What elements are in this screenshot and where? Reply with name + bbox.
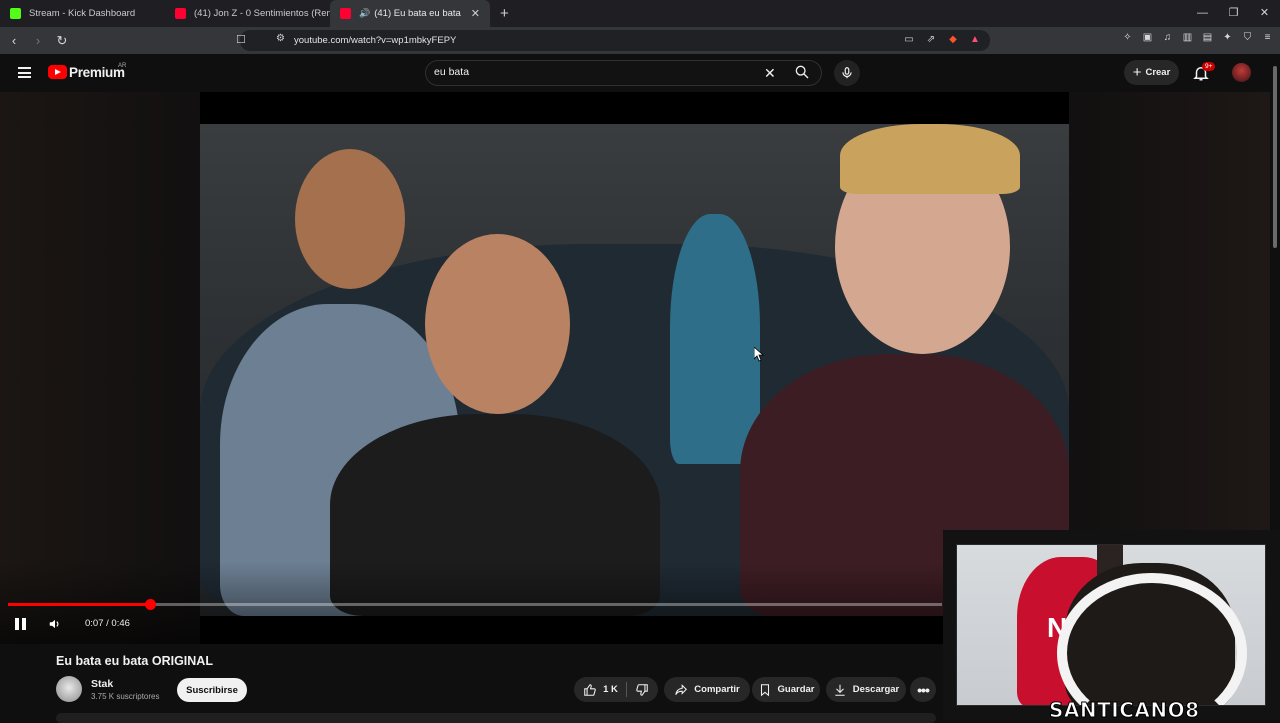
pause-bar xyxy=(15,618,19,630)
speaker-icon: 🔊 xyxy=(359,8,371,18)
youtube-masthead: Premium AR ✕ + Crear 9+ xyxy=(0,54,1280,92)
person-head xyxy=(425,234,570,414)
vpn-icon[interactable]: ⛉ xyxy=(1241,32,1254,45)
time-display: 0:07 / 0:46 xyxy=(85,618,130,629)
scrubber-handle[interactable] xyxy=(144,599,156,610)
tab-kick-dashboard[interactable]: Stream - Kick Dashboard xyxy=(0,0,165,27)
divider xyxy=(625,682,627,697)
scrollbar-thumb[interactable] xyxy=(1273,66,1277,248)
tab-eu-bata[interactable]: 🔊 (41) Eu bata eu bata ORIGINAL ✕ xyxy=(330,0,490,27)
progress-played xyxy=(8,603,150,606)
youtube-favicon-icon xyxy=(340,8,351,19)
url-text: youtube.com/watch?v=wp1mbkyFEPY xyxy=(294,35,457,46)
dislike-icon[interactable] xyxy=(635,683,649,697)
back-icon[interactable]: ‹ xyxy=(4,33,24,48)
share-button[interactable]: Compartir xyxy=(664,677,750,702)
forward-icon[interactable]: › xyxy=(28,33,48,48)
like-dislike-group: 1 K xyxy=(574,677,658,702)
channel-name[interactable]: Stak xyxy=(91,678,113,690)
search-box: ✕ xyxy=(425,60,822,86)
more-actions-button[interactable]: ••• xyxy=(910,677,936,702)
microphone-icon xyxy=(842,67,852,79)
minimize-icon[interactable]: — xyxy=(1187,0,1218,27)
guide-menu-icon[interactable] xyxy=(18,67,31,78)
webcam-overlay: N SANTICANO8 xyxy=(943,530,1280,723)
wallet-icon[interactable]: ▤ xyxy=(1201,32,1214,45)
screenshot-icon[interactable]: ▣ xyxy=(1141,32,1154,45)
like-icon[interactable] xyxy=(583,683,597,697)
search-icon[interactable] xyxy=(794,64,810,80)
restore-icon[interactable]: ❐ xyxy=(1218,0,1249,27)
new-tab-button[interactable]: + xyxy=(500,5,509,22)
person-head xyxy=(295,149,405,289)
address-bar-actions: ▭ ⇗ ◆ ▲ xyxy=(902,34,982,47)
site-info-icon[interactable]: ⚙ xyxy=(276,33,285,44)
browser-toolbar: ‹ › ↻ ☐ ⚙ youtube.com/watch?v=wp1mbkyFEP… xyxy=(0,27,1280,54)
menu-icon[interactable]: ≡ xyxy=(1261,32,1274,45)
mouse-cursor-icon xyxy=(754,347,764,362)
streamer-name: SANTICANO8 xyxy=(1049,698,1200,723)
close-icon[interactable]: ✕ xyxy=(471,7,480,20)
voice-search-button[interactable] xyxy=(834,60,860,86)
more-icon: ••• xyxy=(917,681,930,698)
download-button[interactable]: Descargar xyxy=(826,677,906,702)
bookmark-icon xyxy=(760,683,769,696)
bookmark-icon[interactable]: ☐ xyxy=(236,33,246,46)
cast-icon[interactable]: ▭ xyxy=(902,34,916,47)
volume-icon[interactable] xyxy=(48,617,62,631)
webcam-feed: N xyxy=(956,544,1266,706)
music-icon[interactable]: ♫ xyxy=(1161,32,1174,45)
address-bar[interactable]: ☐ ⚙ youtube.com/watch?v=wp1mbkyFEPY ▭ ⇗ … xyxy=(236,30,990,51)
save-button[interactable]: Guardar xyxy=(752,677,820,702)
subscribe-button[interactable]: Suscribirse xyxy=(177,678,247,702)
youtube-favicon-icon xyxy=(175,8,186,19)
country-code: AR xyxy=(118,63,127,69)
tab-label: (41) Eu bata eu bata ORIGINAL xyxy=(374,8,463,19)
sidebar-icon[interactable]: ▥ xyxy=(1181,32,1194,45)
youtube-logo-icon[interactable] xyxy=(48,65,67,79)
tab-label: (41) Jon Z - 0 Sentimientos (Remix) ft xyxy=(194,8,330,19)
browser-tabstrip: Stream - Kick Dashboard (41) Jon Z - 0 S… xyxy=(0,0,1280,27)
create-label: Crear xyxy=(1145,67,1171,78)
kick-favicon-icon xyxy=(10,8,21,19)
tab-label: Stream - Kick Dashboard xyxy=(29,8,136,19)
extensions-bar: ✧ ▣ ♫ ▥ ▤ ✦ ⛉ ≡ xyxy=(1121,32,1274,45)
share-page-icon[interactable]: ⇗ xyxy=(924,34,938,47)
window-controls: — ❐ ✕ xyxy=(1187,0,1280,27)
video-frame xyxy=(200,124,1069,616)
download-icon xyxy=(835,684,845,696)
search-input[interactable] xyxy=(434,66,754,78)
page-scrollbar[interactable] xyxy=(1270,54,1280,530)
reload-icon[interactable]: ↻ xyxy=(52,33,72,49)
channel-avatar[interactable] xyxy=(56,676,82,702)
person-shape xyxy=(670,214,760,464)
download-label: Descargar xyxy=(852,684,900,695)
premium-wordmark[interactable]: Premium xyxy=(69,65,125,80)
description-box[interactable] xyxy=(56,713,936,723)
brave-rewards-icon[interactable]: ▲ xyxy=(968,34,982,47)
subscriber-count: 3.75 K suscriptores xyxy=(91,692,160,701)
pause-bar xyxy=(22,618,26,630)
brave-shield-icon[interactable]: ◆ xyxy=(946,34,960,47)
account-avatar[interactable] xyxy=(1232,63,1251,82)
like-count[interactable]: 1 K xyxy=(603,684,618,695)
pause-button[interactable] xyxy=(15,618,27,630)
tab-jonz-video[interactable]: (41) Jon Z - 0 Sentimientos (Remix) ft xyxy=(165,0,330,27)
close-window-icon[interactable]: ✕ xyxy=(1249,0,1280,27)
leo-ai-icon[interactable]: ✦ xyxy=(1221,32,1234,45)
share-label: Compartir xyxy=(694,684,740,695)
extensions-icon[interactable]: ✧ xyxy=(1121,32,1134,45)
plus-icon: + xyxy=(1132,64,1142,81)
save-label: Guardar xyxy=(777,684,815,695)
create-button[interactable]: + Crear xyxy=(1124,60,1179,85)
hair-shape xyxy=(840,124,1020,194)
clear-search-icon[interactable]: ✕ xyxy=(764,65,776,82)
notification-badge: 9+ xyxy=(1202,62,1216,71)
video-title: Eu bata eu bata ORIGINAL xyxy=(56,654,213,668)
progress-bar[interactable] xyxy=(8,599,942,610)
share-icon xyxy=(675,683,688,695)
